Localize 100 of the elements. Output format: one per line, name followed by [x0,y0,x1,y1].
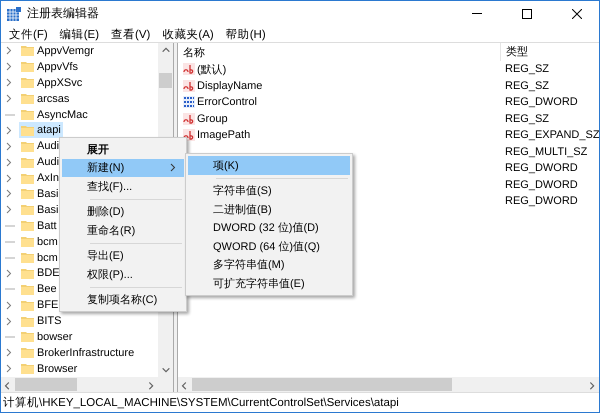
value-name[interactable]: DisplayName [197,80,262,92]
tree-item[interactable]: BDE [19,265,62,282]
tree-item[interactable]: AppvVemgr [19,43,96,59]
value-type: REG_SZ [504,112,550,125]
menu-item[interactable]: 多字符串值(M) [188,256,350,274]
menu-item[interactable]: 字符串值(S) [188,182,350,200]
folder-icon [21,172,34,185]
value-name[interactable]: Group [197,112,228,125]
value-type: REG_DWORD [504,162,579,174]
menu-item[interactable]: 导出(E) [62,246,184,265]
string-value-icon [183,112,195,125]
menu-bar-item[interactable]: 编辑(E) [54,26,106,42]
maximize-icon [522,8,532,18]
menu-item[interactable]: 可扩充字符串值(E) [188,274,350,292]
menu-item[interactable]: 删除(D) [62,202,184,221]
menu-item[interactable]: 新建(N) [62,158,184,177]
tree-item[interactable]: BITS [19,313,64,330]
menu-item[interactable]: 复制项名称(C) [62,290,184,309]
menu-item[interactable]: 查找(F)... [62,177,184,196]
expand-chevron-icon[interactable] [6,46,12,56]
tree-item[interactable]: AxIn [19,170,62,186]
expand-chevron-icon[interactable] [6,94,12,104]
expand-chevron-icon[interactable] [6,189,12,198]
folder-icon [21,298,34,312]
column-header[interactable]: 类型 [500,43,599,61]
tree-item[interactable]: AppXSvc [19,74,84,91]
value-type: REG_SZ [504,80,550,92]
menu-item[interactable]: 项(K) [188,156,350,174]
expand-chevron-icon[interactable] [6,364,12,374]
tree-item[interactable]: Basi [19,202,60,218]
expand-chevron-icon[interactable] [6,78,12,88]
tree-item[interactable]: Batt [19,218,59,234]
scroll-thumb[interactable] [192,378,452,391]
menu-item[interactable]: 二进制值(B) [188,200,350,218]
scroll-thumb[interactable] [15,378,77,391]
value-type: REG_DWORD [504,178,579,191]
folder-icon [21,187,34,200]
menu-bar-item[interactable]: 帮助(H) [220,26,272,42]
expand-chevron-icon[interactable] [6,268,12,278]
folder-icon [21,219,34,232]
column-header[interactable]: 名称 [178,44,500,60]
close-icon [572,8,582,18]
scroll-right-icon[interactable] [587,380,597,390]
folder-icon [21,44,34,58]
horizontal-scrollbar[interactable] [178,377,599,392]
tree-item[interactable]: BFE [19,297,60,314]
tree-item[interactable]: bcm [19,234,60,250]
binary-value-icon [183,96,195,108]
folder-icon [21,282,34,296]
string-value-icon [183,63,195,76]
folder-icon [21,60,34,74]
tree-item[interactable]: Audi [19,138,62,154]
tree-item[interactable]: bowser [19,328,74,345]
string-value-icon [183,80,195,92]
tree-item[interactable]: arcsas [19,90,72,107]
menu-item[interactable]: 重命名(R) [62,221,184,240]
tree-item[interactable]: bcm [19,250,60,266]
value-type: REG_EXPAND_SZ [504,129,599,142]
scroll-up-icon[interactable] [160,45,170,55]
folder-icon [21,140,34,153]
menu-bar-item[interactable]: 文件(F) [3,26,54,42]
expand-chevron-icon[interactable] [6,348,12,358]
tree-item[interactable]: Basi [19,186,60,202]
tree-item[interactable]: atapi [19,122,63,138]
expand-chevron-icon[interactable] [6,62,12,72]
tree-item[interactable]: Bee [19,281,59,298]
value-name[interactable]: ImagePath [197,129,250,142]
menu-item[interactable]: QWORD (64 位)值(Q) [188,237,350,256]
scroll-right-icon[interactable] [146,380,156,390]
expand-chevron-icon[interactable] [6,316,12,326]
folder-icon [21,346,34,360]
folder-icon [21,251,34,264]
scroll-thumb[interactable] [159,73,172,88]
value-type: REG_DWORD [504,195,579,208]
tree-item[interactable]: Browser [19,360,80,377]
folder-icon [21,124,34,137]
expand-chevron-icon[interactable] [6,205,12,214]
folder-icon [21,108,34,122]
tree-item[interactable]: BrokerInfrastructure [19,344,136,361]
menu-item[interactable]: 权限(P)... [62,265,184,284]
folder-icon [21,92,34,106]
expand-chevron-icon[interactable] [6,300,12,310]
registry-icon [7,6,21,20]
tree-item[interactable]: Audi [19,154,62,170]
expand-chevron-icon[interactable] [6,126,12,135]
menu-bar-item[interactable]: 查看(V) [105,26,156,42]
expand-chevron-icon[interactable] [6,174,12,183]
tree-item[interactable]: AsyncMac [19,106,90,123]
scroll-down-icon[interactable] [160,365,170,375]
value-name[interactable]: (默认) [197,62,226,77]
menu-item[interactable]: DWORD (32 位)值(D) [188,218,350,237]
horizontal-scrollbar[interactable] [1,377,158,392]
folder-icon [21,235,34,248]
expand-chevron-icon[interactable] [6,158,12,167]
folder-icon [21,266,34,280]
menu-item[interactable]: 展开 [62,140,184,158]
tree-item[interactable]: AppvVfs [19,58,80,75]
value-name[interactable]: ErrorControl [197,96,257,108]
expand-chevron-icon[interactable] [6,142,12,151]
menu-bar-item[interactable]: 收藏夹(A) [156,26,220,42]
